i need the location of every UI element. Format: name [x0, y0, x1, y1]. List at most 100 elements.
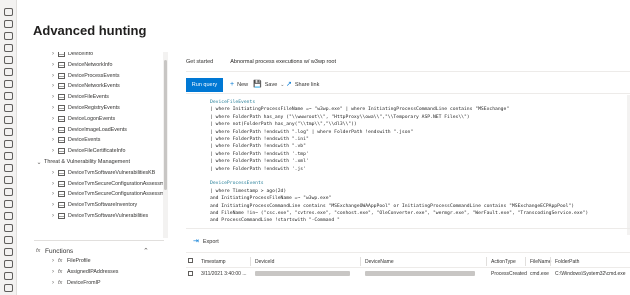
- col-header-actiontype[interactable]: ActionType: [491, 258, 516, 266]
- col-separator: [550, 257, 551, 266]
- more-icon[interactable]: [4, 212, 13, 220]
- schema-function-item[interactable]: › fx FileProfile: [34, 256, 91, 266]
- schema-scroll-thumb[interactable]: [164, 60, 167, 190]
- query-tabs: Get started Abnormal process executions …: [186, 56, 353, 72]
- function-icon: fx: [58, 258, 63, 264]
- chevron-right-icon: ›: [52, 94, 54, 101]
- schema-table-item[interactable]: › DeviceProcessEvents: [34, 71, 120, 81]
- col-separator: [250, 257, 251, 266]
- col-header-filename[interactable]: FileName: [530, 258, 551, 266]
- function-icon: fx: [58, 268, 63, 275]
- new-button[interactable]: + New: [230, 78, 248, 92]
- schema-function-item[interactable]: › fx DeviceFromIP: [34, 278, 101, 288]
- schema-table-item[interactable]: › DeviceNetworkInfo: [34, 60, 112, 70]
- schema-item-label: AssignedIPAddresses: [67, 268, 119, 275]
- chevron-right-icon: ›: [52, 52, 54, 57]
- mail-icon[interactable]: [4, 116, 13, 124]
- schema-table-item[interactable]: › DeviceTvmSoftwareInventory: [34, 200, 137, 210]
- table-icon: [58, 180, 65, 187]
- save-label: Save: [264, 82, 278, 88]
- schema-table-item[interactable]: › DeviceTvmSecureConfigurationAssessment: [34, 189, 164, 199]
- header-divider: [186, 267, 630, 268]
- schema-table-item[interactable]: › DeviceFileCertificateInfo: [34, 146, 125, 156]
- col-header-folderpath[interactable]: FolderPath: [555, 258, 579, 266]
- cell-filename: cmd.exe: [530, 271, 549, 277]
- schema-table-item[interactable]: › DeviceInfo: [34, 52, 93, 59]
- evaluation-icon[interactable]: [4, 176, 13, 184]
- chevron-right-icon: ›: [52, 213, 54, 219]
- functions-header[interactable]: fx Functions: [34, 246, 154, 256]
- share-link-button[interactable]: ↗ Share link: [286, 78, 319, 92]
- function-icon: fx: [58, 279, 63, 286]
- schema-item-label: DeviceFileCertificateInfo: [68, 148, 126, 155]
- schema-table-item[interactable]: › DeviceTvmSecureConfigurationAssessment: [34, 179, 164, 189]
- run-query-button[interactable]: Run query: [186, 78, 223, 92]
- schema-table-item[interactable]: › DeviceEvents: [34, 135, 100, 145]
- attack-simulator-icon[interactable]: [4, 140, 13, 148]
- col-header-deviceid[interactable]: DeviceId: [255, 258, 274, 266]
- schema-table-item[interactable]: › DeviceTvmSoftwareVulnerabilities: [34, 211, 148, 221]
- row-checkbox[interactable]: [188, 271, 193, 276]
- report-icon[interactable]: [4, 68, 13, 76]
- schema-function-item[interactable]: › fx AssignedIPAddresses: [34, 267, 118, 277]
- customize-icon[interactable]: [4, 224, 13, 232]
- chevron-right-icon: ›: [52, 115, 54, 122]
- alert-icon[interactable]: [4, 32, 13, 40]
- schema-table-item[interactable]: › DeviceImageLoadEvents: [34, 125, 127, 135]
- vulnerability-icon[interactable]: [4, 164, 13, 172]
- schema-item-label: DeviceNetworkEvents: [68, 83, 120, 90]
- schema-table-item[interactable]: › DeviceNetworkEvents: [34, 81, 120, 91]
- chevron-right-icon: ›: [52, 258, 54, 264]
- device-icon[interactable]: [4, 152, 13, 160]
- policy-icon[interactable]: [4, 128, 13, 136]
- home-icon[interactable]: [4, 8, 13, 16]
- partners-icon[interactable]: [4, 188, 13, 196]
- query-editor[interactable]: DeviceFileEvents | where InitiatingProces…: [186, 95, 630, 226]
- schema-table-item[interactable]: › DeviceRegistryEvents: [34, 103, 120, 113]
- trials-icon[interactable]: [4, 104, 13, 112]
- hunting-icon[interactable]: [4, 44, 13, 52]
- permissions-icon[interactable]: [4, 248, 13, 256]
- schema-item-label: DeviceNetworkInfo: [68, 61, 113, 68]
- learning-hub-icon[interactable]: [4, 92, 13, 100]
- schema-pane: › DeviceInfo › DeviceNetworkInfo › DeviceProc…: [34, 52, 164, 295]
- chevron-right-icon: ›: [52, 191, 54, 198]
- health-icon[interactable]: [4, 272, 13, 280]
- feedback-icon[interactable]: [4, 236, 13, 244]
- action-center-icon[interactable]: [4, 56, 13, 64]
- save-button[interactable]: 💾 Save ⌄: [253, 78, 284, 92]
- schema-item-label: DeviceTvmSoftwareVulnerabilitiesKB: [68, 169, 156, 176]
- col-header-timestamp[interactable]: Timestamp: [201, 258, 226, 266]
- schema-item-label: DeviceEvents: [68, 137, 101, 144]
- col-header-devicename[interactable]: DeviceName: [365, 258, 394, 266]
- settings-icon[interactable]: [4, 200, 13, 208]
- export-button[interactable]: ⇥ Export: [193, 237, 219, 247]
- page-title: Advanced hunting: [33, 23, 147, 38]
- schema-table-item[interactable]: › DeviceTvmSoftwareVulnerabilitiesKB: [34, 168, 155, 178]
- table-icon: [58, 148, 65, 155]
- table-icon: [58, 126, 65, 133]
- shield-icon[interactable]: [4, 20, 13, 28]
- info-icon[interactable]: [4, 284, 13, 292]
- functions-divider: [34, 240, 164, 241]
- code-line: and ProcessCommandLine !startswith "-Com…: [210, 218, 340, 224]
- select-all-checkbox[interactable]: [188, 258, 193, 263]
- cloud-icon[interactable]: [4, 260, 13, 268]
- schema-section-header[interactable]: ⌄ Threat & Vulnerability Management: [34, 157, 130, 167]
- schema-item-label: FileProfile: [67, 258, 91, 264]
- schema-table-item[interactable]: › DeviceFileEvents: [34, 92, 109, 102]
- schema-table-item[interactable]: › DeviceLogonEvents: [34, 114, 115, 124]
- table-icon: [58, 213, 65, 219]
- chevron-right-icon: ›: [52, 105, 54, 111]
- col-separator: [360, 257, 361, 266]
- table-icon: [58, 72, 65, 79]
- tab-get-started[interactable]: Get started: [186, 56, 213, 72]
- chevron-right-icon: ›: [52, 148, 54, 155]
- tab-abnormal-process[interactable]: Abnormal process executions w/ w3wp root: [230, 56, 336, 72]
- chevron-up-icon[interactable]: ⌃: [143, 247, 149, 255]
- export-label: Export: [202, 239, 219, 245]
- cell-folderpath: C:\Windows\System32\cmd.exe: [555, 271, 626, 277]
- editor-divider: [186, 228, 630, 229]
- schema-item-label: DeviceImageLoadEvents: [68, 126, 127, 133]
- secure-score-icon[interactable]: [4, 80, 13, 88]
